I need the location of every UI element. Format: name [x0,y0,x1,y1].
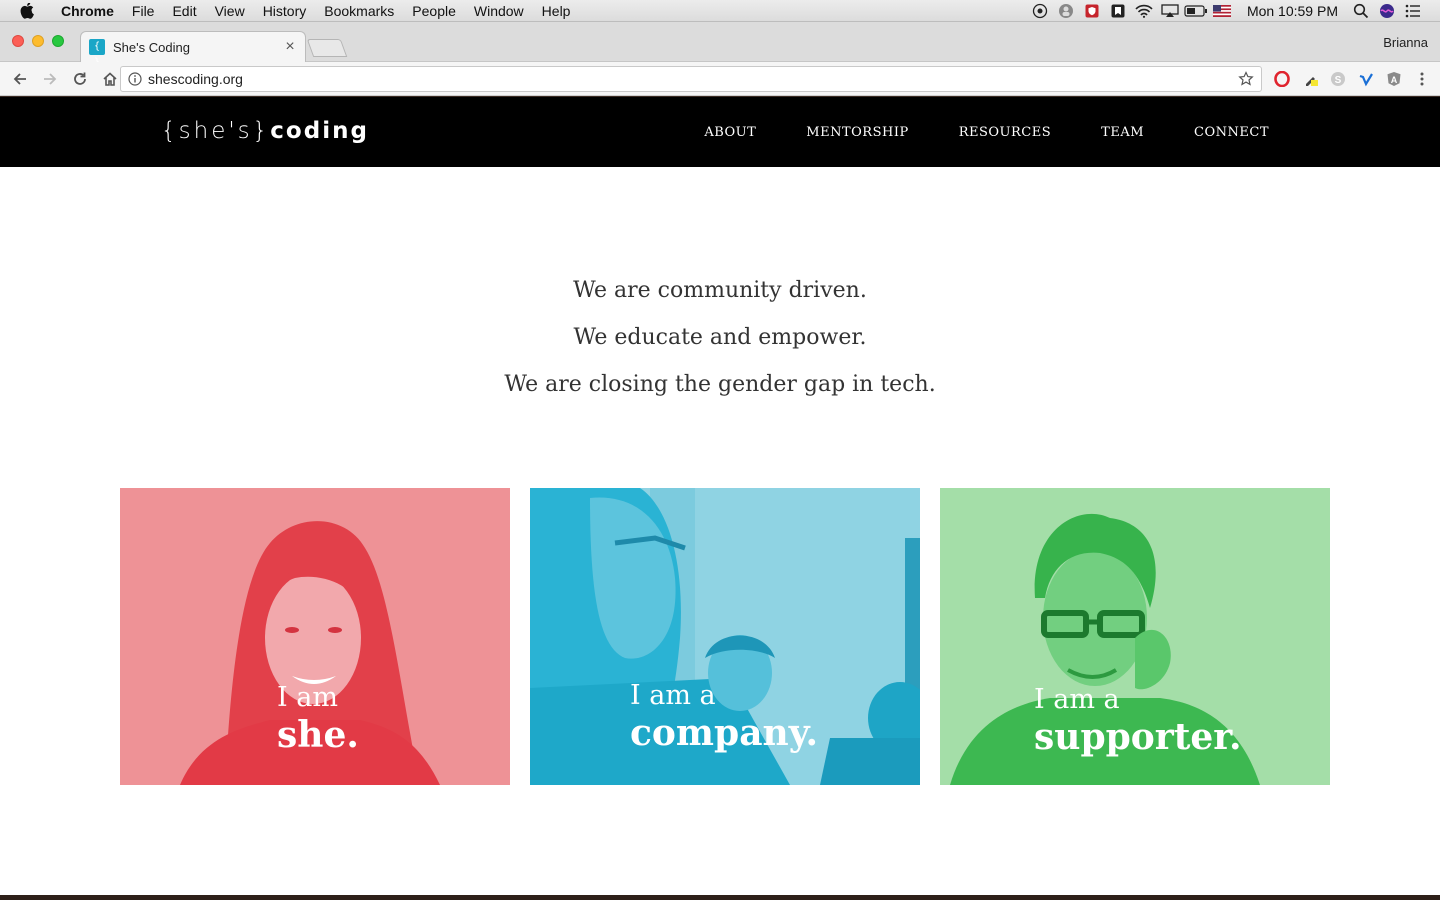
site-nav: ABOUT MENTORSHIP RESOURCES TEAM CONNECT [704,97,1269,167]
nav-team[interactable]: TEAM [1101,125,1144,140]
close-window-button[interactable] [12,35,24,47]
card-company-label: I am a company. [630,680,818,754]
card-supporter-label: I am a supporter. [1034,684,1242,758]
site-favicon-icon: { } [89,39,105,68]
flag-us-icon[interactable] [1210,0,1234,22]
reload-button[interactable] [66,65,94,93]
notification-center-icon[interactable] [1401,0,1425,22]
card-she-line2: she. [277,714,359,756]
site-info-icon[interactable] [127,71,143,87]
status-area: Mon 10:59 PM [1027,0,1440,22]
opera-extension-icon[interactable] [1273,70,1291,88]
svg-text:S: S [1335,75,1342,86]
menu-view[interactable]: View [206,0,254,22]
svg-text:A: A [1391,75,1398,85]
macos-menu-bar: Chrome File Edit View History Bookmarks … [0,0,1440,22]
address-bar[interactable]: shescoding.org [120,66,1262,92]
page-viewport: {she's}coding ABOUT MENTORSHIP RESOURCES… [0,97,1440,895]
card-she-label: I am she. [277,682,359,756]
vimeo-extension-icon[interactable] [1357,70,1375,88]
audience-cards: I am she. I am a company. I am a support… [120,488,1330,785]
menu-app-name[interactable]: Chrome [52,0,123,22]
nav-mentorship[interactable]: MENTORSHIP [806,125,908,140]
new-tab-button[interactable] [306,39,348,57]
zoom-window-button[interactable] [52,35,64,47]
card-she[interactable]: I am she. [120,488,510,785]
card-supporter-line2: supporter. [1034,716,1242,758]
minimize-window-button[interactable] [32,35,44,47]
back-button[interactable] [6,65,34,93]
nav-connect[interactable]: CONNECT [1194,125,1269,140]
bookmark-app-icon[interactable] [1106,0,1130,22]
site-header: {she's}coding ABOUT MENTORSHIP RESOURCES… [0,97,1440,167]
apple-icon[interactable] [20,2,38,19]
url-text[interactable]: shescoding.org [148,71,1237,87]
browser-tab-active[interactable]: { } She's Coding × [80,31,306,68]
airplay-icon[interactable] [1158,0,1182,22]
nav-about[interactable]: ABOUT [704,125,756,140]
angular-extension-icon[interactable]: A [1385,70,1403,88]
card-supporter-line1: I am a [1034,684,1120,715]
battery-icon[interactable] [1184,0,1208,22]
profile-name[interactable]: Brianna [1383,35,1428,50]
site-logo[interactable]: {she's}coding [161,117,369,144]
shield-icon[interactable] [1080,0,1104,22]
skype-extension-icon[interactable]: S [1329,70,1347,88]
mission-statement: We are community driven. We educate and … [0,267,1440,408]
logo-bold-text: coding [270,118,369,144]
card-company[interactable]: I am a company. [530,488,920,785]
menu-people[interactable]: People [403,0,465,22]
card-supporter[interactable]: I am a supporter. [940,488,1330,785]
forward-button[interactable] [36,65,64,93]
card-company-line1: I am a [630,680,716,711]
tagline-line-1: We are community driven. [573,278,867,303]
menu-bookmarks[interactable]: Bookmarks [315,0,403,22]
logo-light-text: {she's} [161,118,271,144]
menu-window[interactable]: Window [465,0,533,22]
tab-title: She's Coding [113,39,190,55]
bookmark-star-icon[interactable] [1237,70,1255,88]
color-picker-extension-icon[interactable] [1302,70,1320,88]
nav-resources[interactable]: RESOURCES [959,125,1051,140]
menu-help[interactable]: Help [533,0,580,22]
tagline-line-3: We are closing the gender gap in tech. [504,372,936,397]
window-controls [12,35,64,47]
menu-clock[interactable]: Mon 10:59 PM [1235,3,1348,19]
browser-tab-strip: { } She's Coding × Brianna [0,22,1440,68]
agent-icon[interactable] [1054,0,1078,22]
menu-history[interactable]: History [254,0,316,22]
chrome-menu-icon[interactable] [1413,70,1431,88]
desktop-background-strip [0,895,1440,900]
menu-edit[interactable]: Edit [163,0,205,22]
tagline-line-2: We educate and empower. [573,325,867,350]
spotlight-search-icon[interactable] [1349,0,1373,22]
target-icon[interactable] [1028,0,1052,22]
tab-close-icon[interactable]: × [283,38,297,56]
browser-toolbar: shescoding.org S A [0,62,1440,96]
wifi-icon[interactable] [1132,0,1156,22]
card-she-line1: I am [277,682,338,713]
siri-icon[interactable] [1375,0,1399,22]
menu-file[interactable]: File [123,0,164,22]
card-company-line2: company. [630,712,819,754]
